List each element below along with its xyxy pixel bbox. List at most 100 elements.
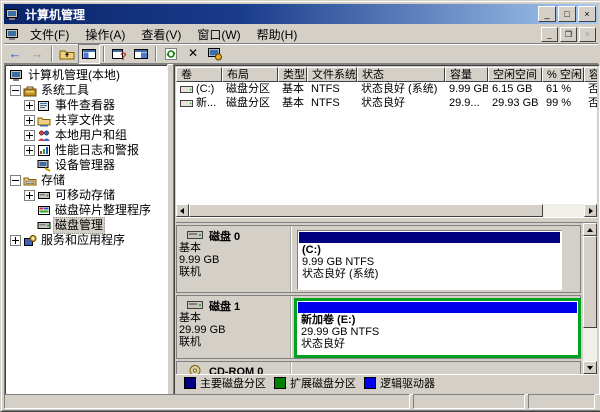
disk-label-cell[interactable]: CD-ROM 0 [177,362,292,374]
volume-cell: 99 % [542,96,584,110]
tree-item-label: 系统工具 [39,83,91,98]
tree-item-磁盘碎片整理程序[interactable]: 磁盘碎片整理程序 [5,203,167,218]
up-one-level-button[interactable] [56,44,78,64]
close-button[interactable]: × [578,6,596,22]
horizontal-scrollbar[interactable] [176,204,597,217]
tree-item-label: 磁盘管理 [53,217,105,234]
tree-item-label: 服务和应用程序 [39,233,127,248]
column-header-卷[interactable]: 卷 [176,67,222,82]
shared-folders-icon [37,114,51,127]
tree-item-label: 磁盘碎片整理程序 [53,203,153,218]
disk-name: CD-ROM 0 [179,365,290,374]
column-header-类型[interactable]: 类型 [278,67,307,82]
tree-item-存储[interactable]: 存储 [5,173,167,188]
cell-text: 基本 [282,82,304,96]
menu-item-0[interactable]: 文件(F) [22,25,77,44]
minimize-button[interactable]: _ [538,6,556,22]
menu-item-2[interactable]: 查看(V) [133,25,189,44]
tree-item-可移动存储[interactable]: 可移动存储 [5,188,167,203]
volume-list-rows: (C:)磁盘分区基本NTFS状态良好 (系统)9.99 GB6.15 GB61 … [176,82,597,110]
expand-toggle[interactable] [24,130,35,141]
disk-label-cell[interactable]: 磁盘 0基本9.99 GB联机 [177,226,292,292]
disk-strip: (C:)9.99 GB NTFS状态良好 (系统) [292,226,580,292]
legend-color-swatch [184,377,196,389]
console-tree-pane: 计算机管理(本地)系统工具事件查看器共享文件夹本地用户和组性能日志和警报设备管理… [4,64,168,395]
child-restore-button[interactable]: ❐ [560,27,577,42]
tree-item-性能日志和警报[interactable]: 性能日志和警报 [5,143,167,158]
tree-item-label: 存储 [39,173,67,188]
volume-cell: 否 [584,82,597,96]
show-hide-action-pane-button[interactable] [130,44,152,64]
partition-box-(C:)[interactable]: (C:)9.99 GB NTFS状态良好 (系统) [297,230,562,290]
child-close-button[interactable]: × [579,27,596,42]
volume-row-0[interactable]: (C:)磁盘分区基本NTFS状态良好 (系统)9.99 GB6.15 GB61 … [176,82,597,96]
help-button[interactable]: ? [108,44,130,64]
menu-item-3[interactable]: 窗口(W) [189,25,248,44]
tree-item-label: 事件查看器 [53,98,117,113]
collapse-toggle[interactable] [10,175,21,186]
tree-item-label: 计算机管理(本地) [26,68,122,83]
back-button[interactable]: ← [4,44,26,64]
disk-rows: 磁盘 0基本9.99 GB联机(C:)9.99 GB NTFS状态良好 (系统)… [176,223,583,374]
column-header-布局[interactable]: 布局 [222,67,278,82]
delete-button[interactable]: ✕ [182,44,204,64]
toolbar-separator [103,46,105,62]
tree-item-共享文件夹[interactable]: 共享文件夹 [5,113,167,128]
title-bar[interactable]: 计算机管理 _□× [4,4,598,24]
cell-text: 61 % [546,82,571,96]
child-minimize-button[interactable]: _ [541,27,558,42]
disk-drive-icon [187,229,201,242]
column-header-容量[interactable]: 容量 [445,67,488,82]
titlebar-buttons: _□× [538,6,598,22]
computer-icon [10,69,24,82]
forward-button[interactable]: → [26,44,48,64]
disk-label-cell[interactable]: 磁盘 1基本29.99 GB联机 [177,296,292,358]
menu-item-4[interactable]: 帮助(H) [249,25,306,44]
scroll-left-button[interactable] [176,204,189,217]
tree-item-系统工具[interactable]: 系统工具 [5,83,167,98]
expand-toggle[interactable] [24,145,35,156]
hscroll-thumb[interactable] [189,204,543,217]
maximize-button[interactable]: □ [558,6,576,22]
expand-toggle[interactable] [24,100,35,111]
partition-box-新加卷 (E:)[interactable]: 新加卷 (E:)29.99 GB NTFS状态良好 [294,298,581,358]
menu-item-1[interactable]: 操作(A) [77,25,133,44]
vertical-scrollbar[interactable] [583,223,597,374]
cell-text: 9.99 GB [449,82,488,96]
scroll-down-button[interactable] [583,361,597,374]
disk-info-line: 联机 [179,336,290,348]
tree-item-计算机管理(本地)[interactable]: 计算机管理(本地) [5,68,167,83]
collapse-toggle[interactable] [10,85,21,96]
expand-toggle[interactable] [24,115,35,126]
column-header-文件系统[interactable]: 文件系统 [307,67,357,82]
expand-toggle[interactable] [10,235,21,246]
column-header-状态[interactable]: 状态 [357,67,445,82]
show-hide-console-tree-button[interactable] [78,44,100,64]
refresh-button[interactable] [160,44,182,64]
column-header-空闲空间[interactable]: 空闲空间 [488,67,542,82]
disk-info-line: 基本 [179,312,290,324]
scroll-up-button[interactable] [583,223,597,236]
tree-item-事件查看器[interactable]: 事件查看器 [5,98,167,113]
column-header-% 空闲[interactable]: % 空闲 [542,67,584,82]
tree-item-磁盘管理[interactable]: 磁盘管理 [5,218,167,233]
tree-item-本地用户和组[interactable]: 本地用户和组 [5,128,167,143]
tree-item-设备管理器[interactable]: 设备管理器 [5,158,167,173]
volume-cell: 29.93 GB [488,96,542,110]
legend-label: 主要磁盘分区 [200,375,266,391]
properties-button[interactable] [204,44,226,64]
scroll-right-button[interactable] [584,204,597,217]
tree-item-服务和应用程序[interactable]: 服务和应用程序 [5,233,167,248]
column-header-容[interactable]: 容 [584,67,597,82]
volume-row-1[interactable]: 新...磁盘分区基本NTFS状态良好29.9...29.93 GB99 %否 [176,96,597,110]
expand-toggle[interactable] [24,190,35,201]
partition-legend: 主要磁盘分区扩展磁盘分区逻辑驱动器 [176,374,597,390]
disk-strip [292,362,580,374]
defragmenter-icon [37,204,51,217]
removable-storage-icon [37,189,51,202]
hscroll-track[interactable] [543,204,584,217]
disk-row-CD-ROM 0: CD-ROM 0 [176,361,581,374]
vscroll-thumb[interactable] [583,236,597,328]
tree-item-label: 共享文件夹 [53,113,117,128]
window-title: 计算机管理 [25,6,538,23]
